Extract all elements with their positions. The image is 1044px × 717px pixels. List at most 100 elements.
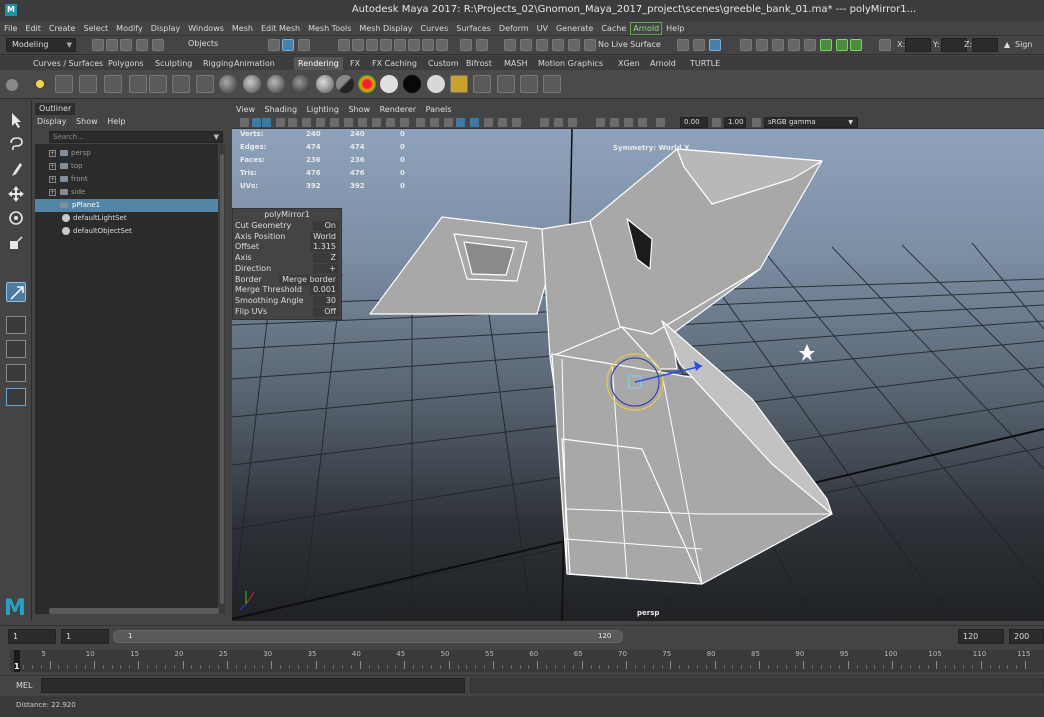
attr-offset[interactable]: Offset 1.315 [233, 242, 341, 253]
menu-modify[interactable]: Modify [112, 21, 147, 35]
outliner-search-input[interactable]: Search... ▼ [49, 131, 223, 143]
magnet-icon[interactable] [536, 39, 548, 51]
shelf-tab-arnold[interactable]: Arnold [646, 57, 680, 70]
rotate-tool-icon[interactable] [6, 208, 26, 228]
attr-smoothing-angle[interactable]: Smoothing Angle 30 [233, 295, 341, 306]
hypershade-icon[interactable] [804, 39, 816, 51]
phonge-sphere-icon[interactable] [292, 75, 310, 93]
ipr-render-icon[interactable] [693, 39, 705, 51]
x-field[interactable] [905, 38, 931, 52]
ambient-light-icon[interactable] [104, 75, 122, 93]
save-scene-icon[interactable] [120, 39, 132, 51]
attr-value[interactable]: Off [313, 306, 339, 317]
area-light-icon[interactable] [129, 75, 147, 93]
isolate-select-icon[interactable] [596, 118, 605, 127]
attr-axis-position[interactable]: Axis Position World [233, 231, 341, 242]
safe-title-icon[interactable] [400, 118, 409, 127]
magnet-point-icon[interactable] [568, 39, 580, 51]
magnet-live-icon[interactable] [552, 39, 564, 51]
expand-icon[interactable]: + [49, 163, 56, 170]
output-operations-icon[interactable] [520, 39, 532, 51]
field-chart-icon[interactable] [372, 118, 381, 127]
xray-joints-icon[interactable] [638, 118, 647, 127]
attr-cut-geometry[interactable]: Cut Geometry On [233, 221, 341, 231]
greeble-mesh[interactable] [369, 148, 833, 585]
transform-mode-icon[interactable] [879, 39, 891, 51]
spot-light-icon[interactable] [79, 75, 97, 93]
tool-settings-icon[interactable] [772, 39, 784, 51]
time-slider[interactable]: 1 5 10 15 20 25 30 35 40 45 50 55 60 65 70 75 80 85 90 95 1… [0, 648, 1044, 674]
shelf-tab-curves-surfaces[interactable]: Curves / Surfaces [29, 57, 107, 70]
grease-pencil-icon[interactable] [302, 118, 311, 127]
attribute-editor-icon[interactable] [756, 39, 768, 51]
smooth-shade-icon[interactable] [430, 118, 439, 127]
menu-set-dropdown[interactable]: Modeling ▼ [6, 38, 76, 52]
exposure-field[interactable]: 0.00 [680, 117, 708, 128]
outliner-menu-show[interactable]: Show [72, 116, 101, 128]
playback-start-field[interactable]: 1 [61, 629, 109, 644]
command-input[interactable] [41, 678, 465, 693]
render-current-icon[interactable] [497, 75, 515, 93]
snap-surface-icon[interactable] [408, 39, 420, 51]
undo-icon[interactable] [136, 39, 148, 51]
select-hierarchy-icon[interactable] [268, 39, 280, 51]
live-surface-label[interactable]: No Live Surface [598, 40, 661, 49]
hypershade-shelf-icon[interactable] [450, 75, 468, 93]
menu-cache[interactable]: Cache [597, 21, 630, 35]
shelf-menu-icon[interactable] [6, 79, 18, 91]
viewport-menu-show[interactable]: Show [344, 104, 373, 116]
viewport-menu-shading[interactable]: Shading [261, 104, 301, 116]
point-light-icon[interactable] [31, 75, 49, 93]
snap-mesh-icon[interactable] [422, 39, 434, 51]
bounding-box-icon[interactable] [444, 118, 453, 127]
expand-icon[interactable]: + [49, 176, 56, 183]
outliner-item-side[interactable]: + side [35, 186, 218, 199]
snap-curve-icon[interactable] [352, 39, 364, 51]
color-management-icon[interactable] [752, 118, 761, 127]
wireframe-icon[interactable] [416, 118, 425, 127]
menu-file[interactable]: File [0, 21, 21, 35]
channel-box-icon[interactable] [788, 39, 800, 51]
attr-value[interactable]: 0.001 [310, 285, 339, 296]
attr-value[interactable]: World [310, 231, 339, 242]
menu-curves[interactable]: Curves [416, 21, 452, 35]
menu-edit[interactable]: Edit [21, 21, 45, 35]
menu-mesh-tools[interactable]: Mesh Tools [304, 21, 355, 35]
bookmark-icon[interactable] [262, 118, 271, 127]
chevron-down-icon[interactable]: ▼ [214, 132, 219, 142]
shelf-tab-polygons[interactable]: Polygons [104, 57, 148, 70]
film-gate-icon[interactable] [330, 118, 339, 127]
use-all-lights-icon[interactable] [484, 118, 493, 127]
outliner-horizontal-scrollbar[interactable] [49, 608, 219, 614]
snap-bake-icon[interactable] [436, 39, 448, 51]
lambert-sphere-icon[interactable] [243, 75, 261, 93]
shelf-tab-mash[interactable]: MASH [500, 57, 531, 70]
attr-flip-uvs[interactable]: Flip UVs Off [233, 306, 341, 317]
anti-aliasing-icon[interactable] [554, 118, 563, 127]
gamma-icon[interactable] [712, 118, 721, 127]
grid-toggle-icon[interactable] [316, 118, 325, 127]
menu-create[interactable]: Create [45, 21, 80, 35]
menu-generate[interactable]: Generate [552, 21, 597, 35]
selection-mode-dropdown[interactable]: Objects [183, 38, 253, 52]
channel-toggle-icon[interactable] [850, 39, 862, 51]
gate-mask-icon[interactable] [358, 118, 367, 127]
menu-windows[interactable]: Windows [184, 21, 228, 35]
outliner-toggle-icon[interactable] [820, 39, 832, 51]
shelf-tab-rendering[interactable]: Rendering [294, 57, 343, 70]
current-time-indicator[interactable]: 1 [14, 650, 20, 672]
shelf-tab-bifrost[interactable]: Bifrost [462, 57, 496, 70]
attr-border[interactable]: Border Merge border [233, 274, 341, 285]
ipr-shelf-icon[interactable] [520, 75, 538, 93]
animation-end-field[interactable]: 200 [1009, 629, 1044, 644]
view-transform-dropdown[interactable]: sRGB gamma ▼ [764, 117, 858, 128]
scene-canvas[interactable] [232, 129, 1044, 621]
menu-help[interactable]: Help [662, 21, 688, 35]
outliner-item-persp[interactable]: + persp [35, 147, 218, 160]
scale-tool-icon[interactable] [6, 233, 26, 253]
attr-value[interactable]: + [313, 263, 339, 274]
attr-direction[interactable]: Direction + [233, 263, 341, 274]
xray-icon[interactable] [610, 118, 619, 127]
outliner-item-front[interactable]: + front [35, 173, 218, 186]
outliner-layout-icon[interactable] [6, 388, 26, 406]
